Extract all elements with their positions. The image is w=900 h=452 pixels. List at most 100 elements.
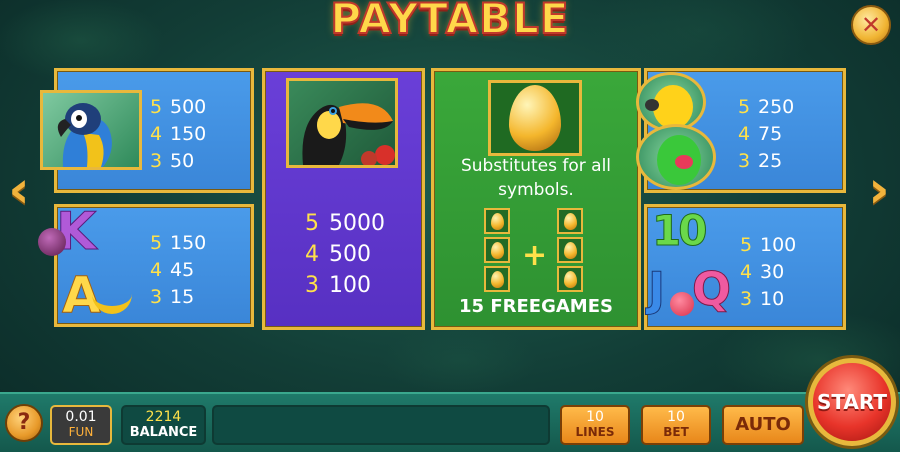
egg-slot: [484, 237, 510, 263]
blue-parrot-symbol: [40, 90, 142, 170]
close-icon: ✕: [860, 11, 882, 39]
free-games-label: 15 FREEGAMES: [459, 296, 613, 317]
payout-count: 5: [738, 96, 751, 118]
payout-count: 4: [305, 242, 319, 267]
close-button[interactable]: ✕: [851, 5, 891, 45]
payout-count: 4: [738, 123, 751, 145]
egg-icon: [563, 241, 577, 259]
payout-value: 100: [760, 234, 797, 256]
payout-count: 4: [150, 123, 163, 145]
payout-row: 4 150: [150, 121, 206, 148]
j-letter: J: [647, 262, 666, 317]
ten-letter: 10: [651, 206, 707, 256]
payout-value: 500: [329, 242, 371, 267]
payout-row: 3 15: [150, 284, 206, 311]
coin-value-label: FUN: [68, 425, 94, 439]
egg-slot: [484, 266, 510, 292]
egg-slot: [484, 208, 510, 234]
golden-egg-icon: [509, 85, 561, 151]
payout-value: 5000: [329, 211, 385, 236]
payout-row: 5 100: [740, 232, 796, 259]
payout-row: 5 150: [150, 230, 206, 257]
lines-label: LINES: [575, 425, 615, 439]
payout-row: 4 30: [740, 259, 796, 286]
10jq-symbol: 10 J Q: [636, 206, 736, 328]
balance-value: 2214: [145, 409, 182, 425]
payout-count: 3: [150, 150, 163, 172]
payout-value: 150: [170, 232, 207, 254]
egg-icon: [490, 212, 504, 230]
payout-value: 50: [170, 150, 195, 172]
ka-payouts: 5 150 4 45 3 15: [150, 230, 206, 311]
small-parrots-payouts: 5 250 4 75 3 25: [738, 94, 794, 175]
egg-icon: [490, 241, 504, 259]
balance-display: 2214 BALANCE: [121, 405, 206, 445]
bet-button[interactable]: 10 BET: [641, 405, 711, 445]
10jq-payouts: 5 100 4 30 3 10: [740, 232, 796, 313]
lines-value: 10: [586, 409, 604, 425]
payout-value: 45: [170, 259, 195, 281]
egg-slot: [557, 237, 583, 263]
coin-value-selector[interactable]: 0.01 FUN: [50, 405, 112, 445]
golden-egg-symbol: [488, 80, 582, 156]
yellow-parrot-body: [653, 85, 693, 129]
start-button[interactable]: START: [808, 358, 896, 446]
payout-row: 3 10: [740, 286, 796, 313]
green-parrot-symbol: [636, 124, 716, 190]
coin-value: 0.01: [65, 409, 97, 425]
egg-slot: [557, 266, 583, 292]
egg-icon: [563, 212, 577, 230]
toucan-symbol: [286, 78, 398, 168]
payout-row: 5 5000: [305, 208, 385, 239]
payout-value: 75: [758, 123, 783, 145]
payout-value: 250: [758, 96, 795, 118]
yellow-parrot-symbol: [636, 72, 706, 132]
payout-count: 5: [150, 96, 163, 118]
help-icon: ?: [17, 410, 31, 435]
payout-value: 500: [170, 96, 207, 118]
payout-value: 100: [329, 273, 371, 298]
payout-row: 4 45: [150, 257, 206, 284]
payout-count: 3: [740, 288, 753, 310]
green-parrot-beak: [675, 155, 693, 169]
auto-button[interactable]: AUTO: [722, 405, 804, 445]
bet-label: BET: [663, 425, 689, 439]
payout-row: 3 25: [738, 148, 794, 175]
q-letter: Q: [691, 262, 732, 317]
message-display: [212, 405, 550, 445]
payout-row: 5 500: [150, 94, 206, 121]
plus-sign: +: [522, 238, 548, 273]
payout-value: 25: [758, 150, 783, 172]
balance-label: BALANCE: [129, 425, 198, 440]
mangosteen-icon: [38, 228, 66, 256]
payout-count: 5: [150, 232, 163, 254]
payout-value: 30: [760, 261, 785, 283]
payout-value: 10: [760, 288, 785, 310]
payout-count: 3: [150, 286, 163, 308]
payout-count: 3: [738, 150, 751, 172]
wild-description: Substitutes for all symbols.: [460, 156, 612, 200]
ka-symbol: K A: [36, 202, 136, 328]
payout-row: 5 250: [738, 94, 794, 121]
payout-count: 4: [740, 261, 753, 283]
payout-count: 5: [305, 211, 319, 236]
page-title: PAYTABLE: [329, 0, 570, 44]
egg-icon: [563, 270, 577, 288]
yellow-parrot-beak: [645, 99, 659, 111]
payout-count: 3: [305, 273, 319, 298]
payout-row: 3 50: [150, 148, 206, 175]
dragonfruit-icon: [670, 292, 694, 316]
next-page-button[interactable]: ›: [866, 160, 892, 220]
egg-icon: [490, 270, 504, 288]
payout-count: 5: [740, 234, 753, 256]
bet-value: 10: [667, 409, 685, 425]
lines-button[interactable]: 10 LINES: [560, 405, 630, 445]
payout-row: 3 100: [305, 270, 385, 301]
egg-slot: [557, 208, 583, 234]
blue-parrot-payouts: 5 500 4 150 3 50: [150, 94, 206, 175]
prev-page-button[interactable]: ‹: [6, 160, 32, 220]
payout-row: 4 75: [738, 121, 794, 148]
payout-value: 150: [170, 123, 207, 145]
payout-value: 15: [170, 286, 195, 308]
help-button[interactable]: ?: [5, 404, 43, 442]
